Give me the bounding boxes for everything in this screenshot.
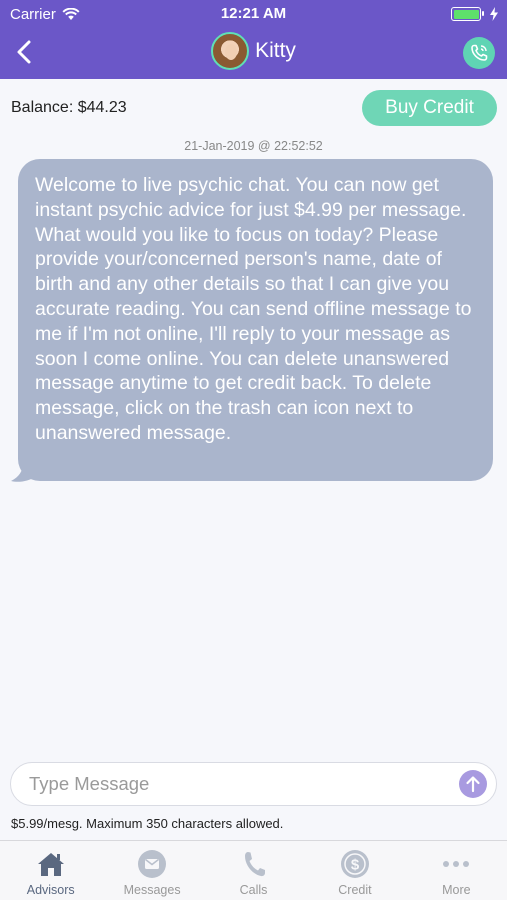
charging-bolt-icon xyxy=(490,7,498,21)
message-input[interactable] xyxy=(29,763,449,805)
call-button[interactable] xyxy=(463,37,495,69)
arrow-up-icon xyxy=(466,776,480,793)
tab-more[interactable]: More xyxy=(406,841,507,900)
envelope-icon xyxy=(136,849,168,879)
status-time: 12:21 AM xyxy=(220,5,287,22)
message-bubble: Welcome to live psychic chat. You can no… xyxy=(18,159,493,481)
tab-label: Credit xyxy=(338,883,372,897)
phone-icon xyxy=(238,849,270,879)
tab-label: More xyxy=(442,883,471,897)
more-dots-icon xyxy=(440,849,472,879)
balance-label: Balance: $44.23 xyxy=(11,99,127,116)
message-text: Welcome to live psychic chat. You can no… xyxy=(35,174,472,444)
page-title: Kitty xyxy=(255,39,296,62)
advisor-title[interactable]: Kitty xyxy=(0,32,507,70)
tab-advisors[interactable]: Advisors xyxy=(0,841,101,900)
dollar-coin-icon: $ xyxy=(339,849,371,879)
battery-fill xyxy=(453,9,479,19)
battery-icon xyxy=(451,7,484,21)
tab-bar: Advisors Messages Calls $ Credit More xyxy=(0,840,507,900)
advisor-avatar xyxy=(211,32,250,70)
tab-label: Messages xyxy=(123,883,181,897)
navigation-header: Carrier 12:21 AM Kitty xyxy=(0,0,507,79)
message-composer xyxy=(10,762,497,806)
svg-text:$: $ xyxy=(351,857,360,874)
buy-credit-button[interactable]: Buy Credit xyxy=(362,90,497,126)
tab-calls[interactable]: Calls xyxy=(203,841,304,900)
status-bar: Carrier 12:21 AM xyxy=(0,0,507,28)
tab-label: Calls xyxy=(239,883,268,897)
tab-label: Advisors xyxy=(26,883,75,897)
house-icon xyxy=(35,849,67,879)
phone-icon xyxy=(471,44,488,61)
send-button[interactable] xyxy=(459,770,487,798)
tab-credit[interactable]: $ Credit xyxy=(304,841,405,900)
battery-indicator xyxy=(451,7,499,21)
nav-row: Kitty xyxy=(0,28,507,79)
tab-messages[interactable]: Messages xyxy=(101,841,202,900)
message-timestamp: 21-Jan-2019 @ 22:52:52 xyxy=(184,139,323,153)
message-pricing-hint: $5.99/mesg. Maximum 350 characters allow… xyxy=(11,816,284,831)
